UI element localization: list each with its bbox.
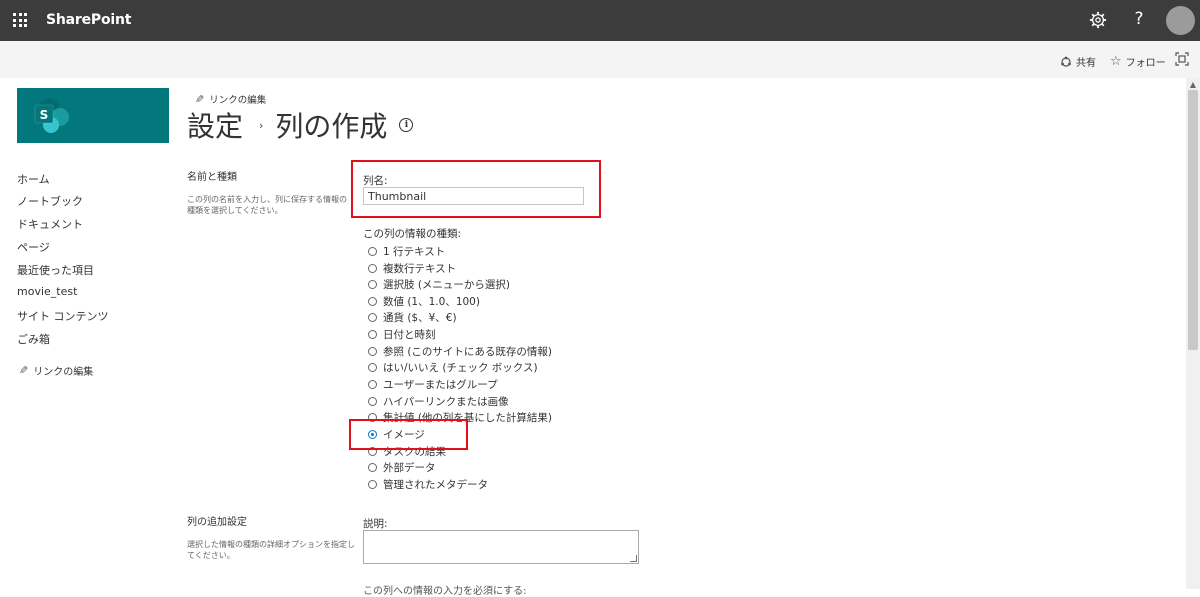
- required-label: この列への情報の入力を必須にする:: [363, 586, 527, 597]
- type-option-label: 外部データ: [383, 462, 436, 474]
- type-option-number[interactable]: 数値 (1、1.0、100): [368, 294, 480, 309]
- type-label: この列の情報の種類:: [363, 228, 462, 240]
- brand-name[interactable]: SharePoint: [46, 12, 131, 28]
- help-icon[interactable]: ?: [1132, 9, 1146, 29]
- type-option-person[interactable]: ユーザーまたはグループ: [368, 377, 498, 392]
- radio-button[interactable]: [368, 247, 377, 256]
- nav-pages[interactable]: ページ: [17, 239, 50, 255]
- type-option-label: 選択肢 (メニューから選択): [383, 279, 511, 291]
- header-edit-links[interactable]: ✎ リンクの編集: [195, 92, 267, 107]
- breadcrumb-settings[interactable]: 設定: [187, 105, 243, 145]
- page-scrollbar[interactable]: ▲: [1186, 78, 1200, 589]
- app-launcher-icon[interactable]: [13, 13, 27, 27]
- type-option-label: 1 行テキスト: [383, 246, 446, 258]
- description-textarea[interactable]: [363, 530, 639, 564]
- share-icon: [1061, 56, 1071, 67]
- site-logo[interactable]: S: [17, 88, 169, 143]
- radio-button[interactable]: [368, 330, 377, 339]
- section-name-type-title: 名前と種類: [187, 172, 237, 183]
- scroll-thumb[interactable]: [1188, 90, 1198, 350]
- command-bar: 共有 ☆ フォロー: [0, 41, 1200, 78]
- radio-button[interactable]: [368, 280, 377, 289]
- suite-bar: SharePoint ?: [0, 0, 1200, 41]
- description-label: 説明:: [363, 518, 388, 530]
- nav-recent[interactable]: 最近使った項目: [17, 262, 94, 278]
- section-additional-title: 列の追加設定: [187, 517, 247, 528]
- radio-button[interactable]: [368, 297, 377, 306]
- nav-movie-test[interactable]: movie_test: [17, 285, 77, 298]
- resize-handle-icon[interactable]: [630, 555, 637, 562]
- type-option-multi-line[interactable]: 複数行テキスト: [368, 261, 456, 276]
- radio-button[interactable]: [368, 363, 377, 372]
- type-option-external-data[interactable]: 外部データ: [368, 460, 436, 475]
- type-option-choice[interactable]: 選択肢 (メニューから選択): [368, 277, 510, 292]
- radio-button[interactable]: [368, 380, 377, 389]
- follow-button[interactable]: ☆ フォロー: [1110, 54, 1166, 69]
- type-option-single-line[interactable]: 1 行テキスト: [368, 244, 445, 259]
- focus-mode-icon[interactable]: [1175, 52, 1189, 66]
- type-option-managed-metadata[interactable]: 管理されたメタデータ: [368, 477, 488, 492]
- nav-site-contents[interactable]: サイト コンテンツ: [17, 308, 109, 324]
- header-edit-links-label: リンクの編集: [209, 95, 267, 106]
- pencil-icon: ✎: [195, 92, 205, 106]
- section-additional-desc: 選択した情報の種類の詳細オプションを指定してください。: [187, 540, 355, 560]
- page-title: 設定 › 列の作成 i: [187, 105, 414, 145]
- type-option-label: 複数行テキスト: [383, 263, 457, 275]
- type-option-label: 管理されたメタデータ: [383, 479, 488, 491]
- type-option-label: 数値 (1、1.0、100): [383, 296, 480, 308]
- type-option-label: 通貨 ($、¥、€): [383, 312, 457, 324]
- radio-button[interactable]: [368, 480, 377, 489]
- share-label: 共有: [1076, 58, 1096, 69]
- type-option-label: ハイパーリンクまたは画像: [383, 396, 509, 408]
- sharepoint-logo-icon: S: [34, 98, 69, 133]
- nav-documents[interactable]: ドキュメント: [17, 216, 83, 232]
- pencil-icon: ✎: [19, 364, 29, 377]
- highlight-column-name: [351, 160, 601, 218]
- type-option-yes-no[interactable]: はい/いいえ (チェック ボックス): [368, 360, 538, 375]
- breadcrumb-current: 列の作成: [275, 110, 388, 143]
- radio-button[interactable]: [368, 397, 377, 406]
- nav-home[interactable]: ホーム: [17, 171, 50, 187]
- gear-icon[interactable]: [1089, 11, 1107, 29]
- type-option-lookup[interactable]: 参照 (このサイトにある既存の情報): [368, 344, 552, 359]
- type-option-label: はい/いいえ (チェック ボックス): [383, 362, 538, 374]
- star-icon: ☆: [1110, 54, 1122, 69]
- radio-button[interactable]: [368, 264, 377, 273]
- radio-button[interactable]: [368, 313, 377, 322]
- section-name-type-desc: この列の名前を入力し、列に保存する情報の種類を選択してください。: [187, 195, 347, 215]
- type-option-label: ユーザーまたはグループ: [383, 379, 498, 391]
- nav-notebook[interactable]: ノートブック: [17, 193, 83, 209]
- radio-button[interactable]: [368, 347, 377, 356]
- type-option-hyperlink[interactable]: ハイパーリンクまたは画像: [368, 394, 509, 409]
- nav-edit-links-label: リンクの編集: [33, 367, 94, 378]
- type-option-label: 日付と時刻: [383, 329, 436, 341]
- highlight-image-option: [349, 419, 468, 450]
- nav-recycle-bin[interactable]: ごみ箱: [17, 331, 50, 347]
- share-button[interactable]: 共有: [1060, 54, 1096, 69]
- follow-label: フォロー: [1125, 58, 1166, 69]
- info-icon[interactable]: i: [399, 118, 414, 132]
- breadcrumb-separator-icon: ›: [259, 118, 264, 132]
- nav-edit-links[interactable]: ✎ リンクの編集: [19, 363, 93, 378]
- radio-button[interactable]: [368, 463, 377, 472]
- svg-text:S: S: [40, 108, 49, 122]
- type-option-datetime[interactable]: 日付と時刻: [368, 327, 436, 342]
- avatar[interactable]: [1166, 6, 1195, 35]
- type-option-currency[interactable]: 通貨 ($、¥、€): [368, 310, 457, 325]
- type-option-label: 参照 (このサイトにある既存の情報): [383, 346, 553, 358]
